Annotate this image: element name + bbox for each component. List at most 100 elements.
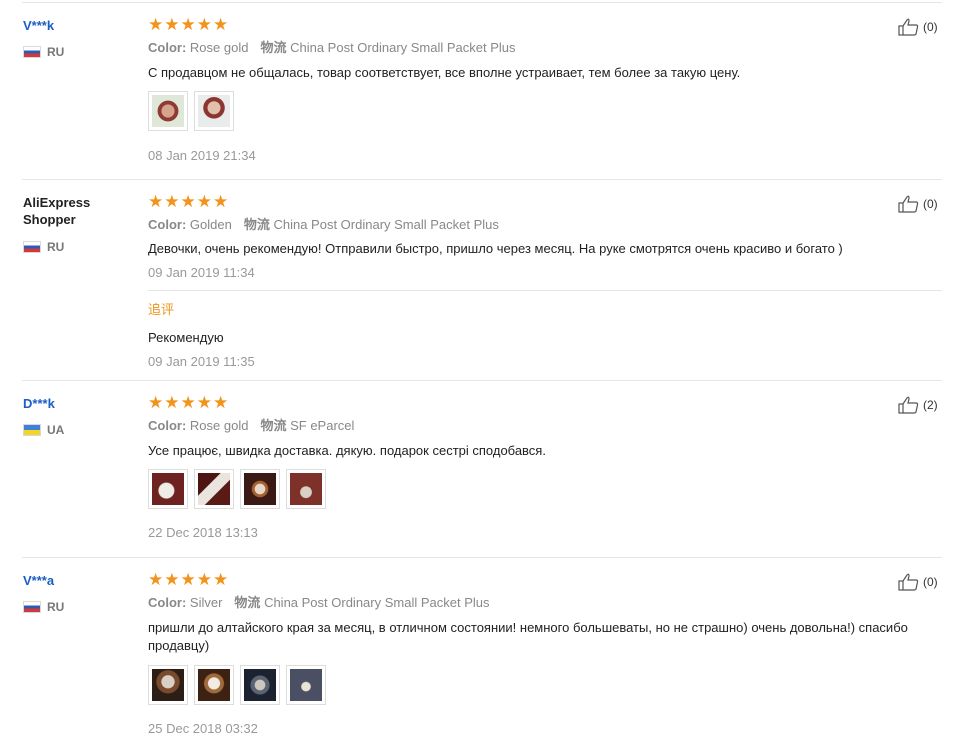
helpful-count: (0) <box>923 20 938 34</box>
star-icon: ★ <box>164 15 180 34</box>
star-icon: ★ <box>196 393 212 412</box>
color-label: Color: <box>148 40 187 55</box>
color-value: Silver <box>189 595 223 610</box>
review-text: Девочки, очень рекомендую! Отправили быс… <box>148 241 843 256</box>
star-icon: ★ <box>196 192 212 211</box>
star-icon: ★ <box>148 192 164 211</box>
review-divider <box>22 380 942 381</box>
review-divider <box>22 179 942 180</box>
review-photo-thumbnail[interactable] <box>194 469 234 509</box>
helpful-count: (2) <box>923 398 938 412</box>
helpful-vote[interactable]: (0) <box>898 195 938 213</box>
helpful-vote[interactable]: (2) <box>898 396 938 414</box>
color-value: Golden <box>189 217 232 232</box>
star-icon: ★ <box>148 570 164 589</box>
review-date: 22 Dec 2018 13:13 <box>148 525 258 540</box>
star-icon: ★ <box>180 192 196 211</box>
flag-ru-icon <box>23 601 41 613</box>
review-photos <box>148 91 240 131</box>
star-icon: ★ <box>180 15 196 34</box>
shipping-value: SF eParcel <box>290 418 355 433</box>
shipping-value: China Post Ordinary Small Packet Plus <box>273 217 499 232</box>
color-value: Rose gold <box>189 40 249 55</box>
reviewer-country: UA <box>23 423 64 437</box>
helpful-count: (0) <box>923 197 938 211</box>
review-photo-thumbnail[interactable] <box>148 665 188 705</box>
shipping-label: 物流 <box>260 418 287 433</box>
thumbs-up-icon[interactable] <box>898 195 920 213</box>
review-text: С продавцом не общалась, товар соответст… <box>148 65 741 80</box>
star-icon: ★ <box>164 192 180 211</box>
review-photo-thumbnail[interactable] <box>240 469 280 509</box>
country-code: RU <box>47 45 65 59</box>
review-photos <box>148 665 332 705</box>
shipping-value: China Post Ordinary Small Packet Plus <box>264 595 490 610</box>
star-icon: ★ <box>213 192 229 211</box>
review-photos <box>148 469 332 509</box>
flag-ru-icon <box>23 46 41 58</box>
star-icon: ★ <box>180 570 196 589</box>
helpful-count: (0) <box>923 575 938 589</box>
followup-label: 追评 <box>148 302 175 317</box>
review-photo-thumbnail[interactable] <box>148 469 188 509</box>
thumbs-up-icon[interactable] <box>898 18 920 36</box>
reviewer-name[interactable]: V***k <box>23 17 54 34</box>
star-icon: ★ <box>196 570 212 589</box>
star-rating: ★ ★ ★ ★ ★ <box>148 570 229 589</box>
color-value: Rose gold <box>189 418 249 433</box>
reviewer-name[interactable]: AliExpress Shopper <box>23 194 123 228</box>
review-photo-thumbnail[interactable] <box>194 91 234 131</box>
review-meta: Color: Golden 物流 China Post Ordinary Smal… <box>148 217 499 233</box>
star-rating: ★ ★ ★ ★ ★ <box>148 192 229 211</box>
flag-ru-icon <box>23 241 41 253</box>
reviewer-country: RU <box>23 600 64 614</box>
followup-text: Рекомендую <box>148 330 224 345</box>
review-photo-thumbnail[interactable] <box>286 665 326 705</box>
review-meta: Color: Silver 物流 China Post Ordinary Smal… <box>148 595 490 611</box>
star-rating: ★ ★ ★ ★ ★ <box>148 393 229 412</box>
shipping-label: 物流 <box>260 40 287 55</box>
top-divider <box>22 2 942 3</box>
shipping-label: 物流 <box>243 217 270 232</box>
helpful-vote[interactable]: (0) <box>898 18 938 36</box>
color-label: Color: <box>148 418 187 433</box>
color-label: Color: <box>148 217 187 232</box>
flag-ua-icon <box>23 424 41 436</box>
star-icon: ★ <box>213 15 229 34</box>
star-icon: ★ <box>213 570 229 589</box>
star-icon: ★ <box>180 393 196 412</box>
thumbs-up-icon[interactable] <box>898 396 920 414</box>
helpful-vote[interactable]: (0) <box>898 573 938 591</box>
followup-date: 09 Jan 2019 11:35 <box>148 354 255 369</box>
review-divider <box>22 557 942 558</box>
shipping-value: China Post Ordinary Small Packet Plus <box>290 40 516 55</box>
thumbs-up-icon[interactable] <box>898 573 920 591</box>
reviewer-country: RU <box>23 45 64 59</box>
shipping-label: 物流 <box>234 595 261 610</box>
color-label: Color: <box>148 595 187 610</box>
review-photo-thumbnail[interactable] <box>194 665 234 705</box>
review-meta: Color: Rose gold 物流 China Post Ordinary S… <box>148 40 516 56</box>
followup-divider <box>148 290 942 291</box>
review-meta: Color: Rose gold 物流 SF eParcel <box>148 418 354 434</box>
review-text: Усе працює, швидка доставка. дякую. пода… <box>148 443 546 458</box>
reviewer-name[interactable]: V***a <box>23 572 54 589</box>
star-rating: ★ ★ ★ ★ ★ <box>148 15 229 34</box>
country-code: RU <box>47 600 65 614</box>
reviewer-name[interactable]: D***k <box>23 395 55 412</box>
star-icon: ★ <box>148 393 164 412</box>
star-icon: ★ <box>196 15 212 34</box>
star-icon: ★ <box>148 15 164 34</box>
review-photo-thumbnail[interactable] <box>148 91 188 131</box>
review-text: пришли до алтайского края за месяц, в от… <box>148 620 908 653</box>
reviewer-country: RU <box>23 240 64 254</box>
country-code: RU <box>47 240 65 254</box>
star-icon: ★ <box>213 393 229 412</box>
star-icon: ★ <box>164 570 180 589</box>
country-code: UA <box>47 423 65 437</box>
review-date: 08 Jan 2019 21:34 <box>148 148 256 163</box>
review-date: 09 Jan 2019 11:34 <box>148 265 255 280</box>
review-photo-thumbnail[interactable] <box>286 469 326 509</box>
review-photo-thumbnail[interactable] <box>240 665 280 705</box>
review-date: 25 Dec 2018 03:32 <box>148 721 258 736</box>
